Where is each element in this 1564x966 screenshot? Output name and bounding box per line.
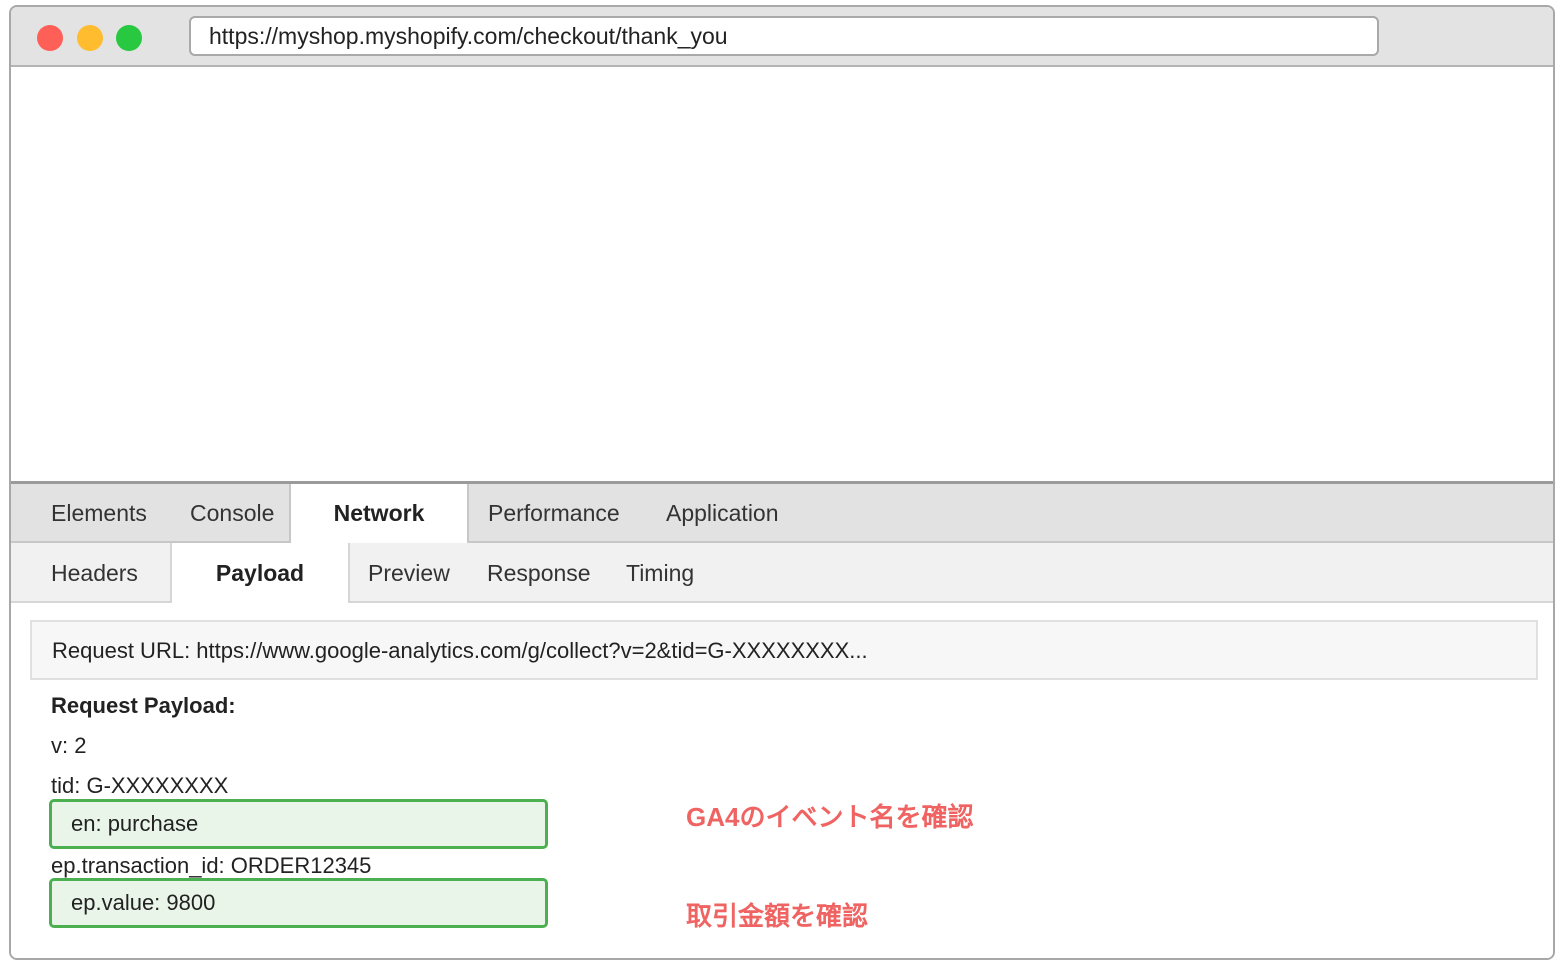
tab-elements[interactable]: Elements xyxy=(51,484,147,541)
page-viewport xyxy=(11,67,1553,482)
payload-title: Request Payload: xyxy=(51,693,236,718)
close-window-button[interactable] xyxy=(37,25,63,51)
sub-tab-headers[interactable]: Headers xyxy=(51,543,138,601)
maximize-window-button[interactable] xyxy=(116,25,142,51)
payload-line-transaction-id: ep.transaction_id: ORDER12345 xyxy=(51,853,372,878)
payload-content: Request URL: https://www.google-analytic… xyxy=(11,603,1553,958)
request-url: Request URL: https://www.google-analytic… xyxy=(30,620,1538,680)
network-sub-tabs: Headers Payload Preview Response Timing xyxy=(11,543,1553,603)
tab-performance[interactable]: Performance xyxy=(488,484,620,541)
tab-console[interactable]: Console xyxy=(190,484,274,541)
title-bar: https://myshop.myshopify.com/checkout/th… xyxy=(11,7,1553,67)
address-bar[interactable]: https://myshop.myshopify.com/checkout/th… xyxy=(189,16,1379,56)
highlight-value: ep.value: 9800 xyxy=(49,878,548,928)
tab-network[interactable]: Network xyxy=(289,484,469,543)
devtools-main-tabs: Elements Console Network Performance App… xyxy=(11,484,1553,543)
sub-tab-preview[interactable]: Preview xyxy=(368,543,450,601)
browser-window: https://myshop.myshopify.com/checkout/th… xyxy=(9,5,1555,960)
tab-application[interactable]: Application xyxy=(666,484,779,541)
payload-line-tid: tid: G-XXXXXXXX xyxy=(51,773,229,798)
sub-tab-response[interactable]: Response xyxy=(487,543,591,601)
sub-tab-timing[interactable]: Timing xyxy=(626,543,694,601)
sub-tab-payload[interactable]: Payload xyxy=(170,543,350,603)
highlight-event-name: en: purchase xyxy=(49,799,548,849)
payload-line-version: v: 2 xyxy=(51,733,87,758)
devtools-panel: Elements Console Network Performance App… xyxy=(11,481,1553,958)
annotation-transaction-value: 取引金額を確認 xyxy=(686,901,869,931)
annotation-event-name: GA4のイベント名を確認 xyxy=(686,802,974,832)
minimize-window-button[interactable] xyxy=(77,25,103,51)
